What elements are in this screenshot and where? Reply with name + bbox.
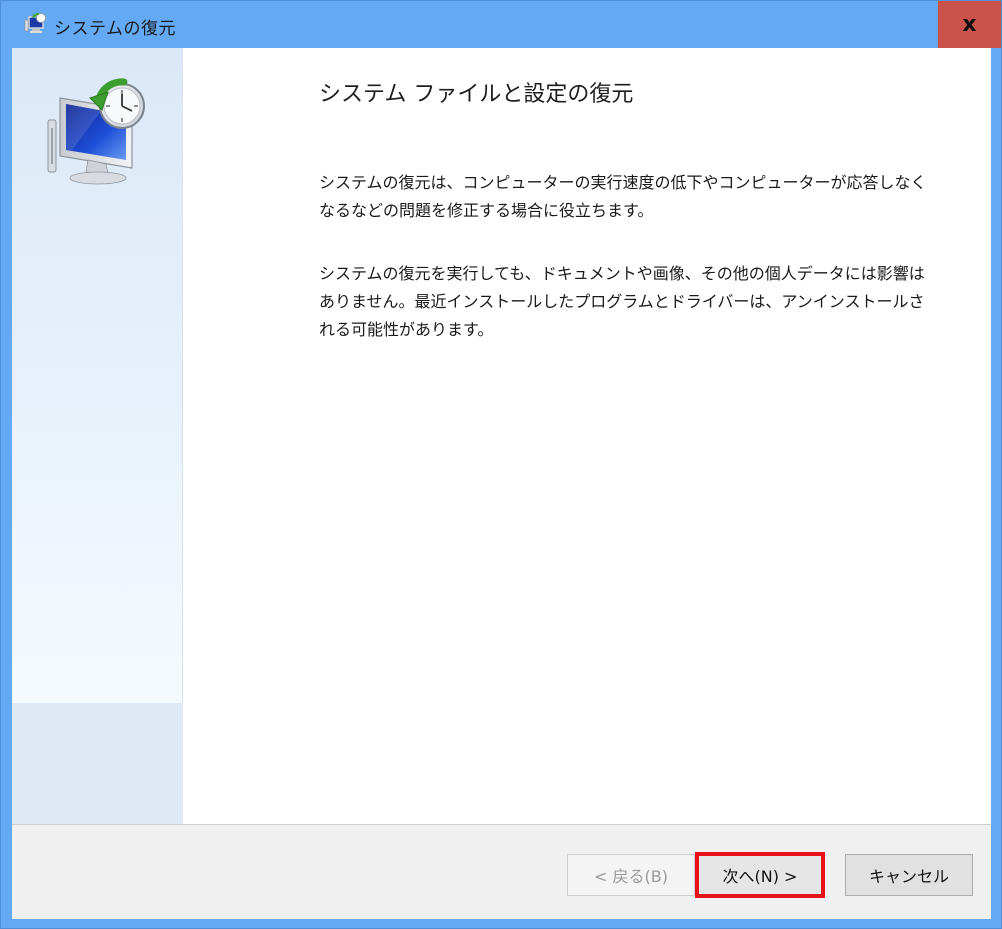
system-restore-window: システムの復元 x システム ファイルと設定の復元 システムの復元は、コンピュー… [0, 0, 1002, 929]
next-button[interactable]: 次へ(N) > [695, 852, 825, 898]
window-title: システムの復元 [54, 19, 176, 39]
system-restore-icon [24, 13, 46, 33]
description-paragraph-1: システムの復元は、コンピューターの実行速度の低下やコンピューターが応答しなくなる… [319, 173, 927, 220]
system-restore-monitor-clock-icon [47, 78, 145, 185]
page-title: システム ファイルと設定の復元 [319, 82, 634, 107]
button-bar: < 戻る(B) 次へ(N) > キャンセル [12, 824, 991, 919]
dialog-body: システム ファイルと設定の復元 システムの復元は、コンピューターの実行速度の低下… [12, 48, 991, 919]
sidebar-panel [12, 48, 183, 824]
sidebar-bottom-band [12, 703, 183, 824]
description-paragraph-2: システムの復元を実行しても、ドキュメントや画像、その他の個人データには影響はあり… [319, 264, 925, 339]
close-icon: x [962, 12, 977, 37]
cancel-button[interactable]: キャンセル [845, 854, 973, 896]
close-button[interactable]: x [938, 1, 1001, 48]
back-button[interactable]: < 戻る(B) [567, 854, 695, 896]
content-panel: システム ファイルと設定の復元 システムの復元は、コンピューターの実行速度の低下… [183, 48, 991, 824]
title-bar[interactable]: システムの復元 x [1, 1, 1001, 48]
